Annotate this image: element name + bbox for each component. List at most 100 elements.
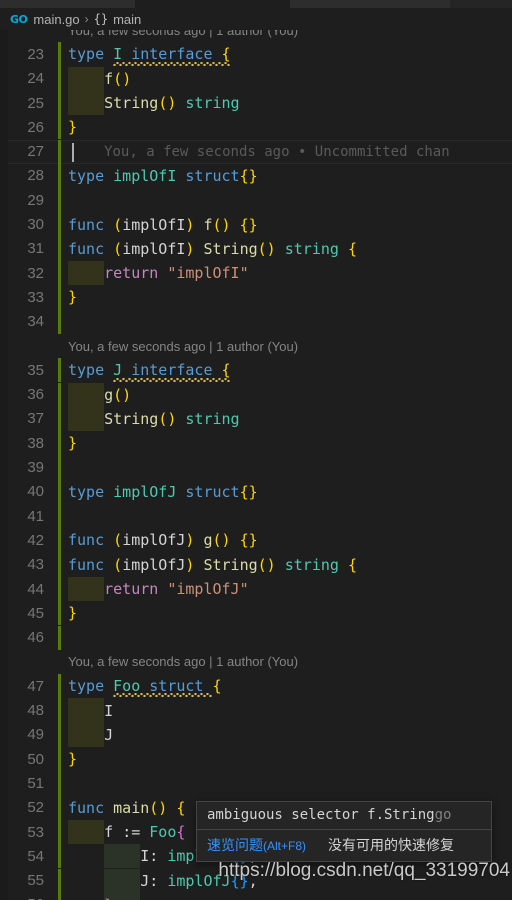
code-line-text[interactable]: type implOfI struct{} — [68, 164, 258, 188]
code-line-text[interactable]: return "implOfJ" — [68, 577, 249, 601]
code-line-row: 32 return "implOfI" — [0, 261, 512, 286]
code-line-text[interactable]: type I interface { — [68, 42, 231, 66]
code-token: ) — [185, 239, 195, 258]
breadcrumb-file[interactable]: main.go — [33, 12, 79, 27]
code-line-text[interactable]: func (implOfI) String() string { — [68, 237, 357, 261]
code-token: ( — [113, 69, 123, 88]
code-line-text[interactable]: } — [68, 893, 113, 900]
code-token: I — [68, 701, 114, 720]
line-number: 35 — [27, 361, 44, 379]
line-number: 53 — [27, 823, 44, 841]
code-line-text[interactable]: String() string — [68, 91, 239, 115]
code-line-row: 41 — [0, 504, 512, 529]
code-line-row: 45} — [0, 601, 512, 626]
code-token: struct — [176, 482, 240, 501]
code-line-text[interactable]: type J interface { — [68, 358, 231, 382]
code-line-text[interactable]: g() — [68, 383, 131, 407]
peek-problem-link[interactable]: 速览问题 — [207, 835, 263, 855]
code-token: () — [149, 798, 168, 817]
line-number: 31 — [27, 240, 44, 258]
line-number: 27 — [27, 143, 44, 161]
codelens-blame-link[interactable]: You, a few seconds ago | 1 author (You) — [68, 334, 298, 358]
git-change-indicator — [58, 236, 61, 261]
code-line-text[interactable]: return "implOfI" — [68, 261, 249, 285]
hover-source-text: go — [434, 807, 452, 823]
code-token: implOfI — [113, 166, 177, 185]
code-token: f — [68, 823, 123, 842]
code-line-row: 23 type I interface { — [0, 42, 512, 67]
code-line-text[interactable]: J — [68, 723, 113, 747]
code-line-text[interactable]: func main() { — [68, 796, 185, 820]
editor-tab-0[interactable] — [0, 0, 135, 8]
code-token: func — [68, 555, 114, 574]
code-token: ( — [113, 555, 123, 574]
breadcrumb-symbol[interactable]: main — [113, 12, 141, 27]
git-change-indicator — [58, 285, 61, 310]
code-token: { — [347, 239, 357, 258]
code-token: : — [149, 871, 168, 890]
code-line-text[interactable]: f() — [68, 67, 131, 91]
code-token: } — [68, 896, 113, 900]
code-line-row: 47 type Foo struct { — [0, 674, 512, 699]
codelens-blame-link[interactable]: You, a few seconds ago | 1 author (You) — [68, 650, 298, 674]
code-line-row: 39 — [0, 455, 512, 480]
code-line-text[interactable]: } — [68, 747, 77, 771]
code-token: func — [68, 798, 114, 817]
line-number: 30 — [27, 216, 44, 234]
line-number: 52 — [27, 799, 44, 817]
line-number: 41 — [27, 507, 44, 525]
code-token: return — [104, 264, 168, 283]
code-token: String — [68, 94, 159, 113]
line-number: 38 — [27, 434, 44, 452]
code-token: } — [68, 434, 78, 453]
code-token: ( — [113, 215, 123, 234]
line-number: 33 — [27, 288, 44, 306]
line-number: 40 — [27, 483, 44, 501]
git-change-indicator — [58, 358, 61, 383]
code-line-text[interactable]: String() string — [68, 407, 240, 431]
code-line-text[interactable]: } — [68, 431, 77, 455]
code-token: J — [113, 361, 123, 380]
git-change-indicator — [58, 698, 61, 723]
git-change-indicator — [58, 479, 61, 504]
code-line-row: 33} — [0, 285, 512, 310]
diagnostic-hover-popup[interactable]: ambiguous selector f.Stringgo 速览问题 (Alt+… — [196, 801, 492, 862]
code-line-text[interactable]: func (implOfJ) g() {} — [68, 528, 258, 552]
code-token: type — [68, 166, 114, 185]
code-line-text[interactable]: type implOfJ struct{} — [68, 480, 258, 504]
git-change-indicator — [58, 66, 61, 91]
code-line-text[interactable]: } — [68, 115, 77, 139]
git-change-indicator — [58, 576, 61, 602]
code-token: type — [68, 45, 114, 64]
inline-blame-annotation[interactable]: You, a few seconds ago • Uncommitted cha… — [104, 140, 450, 164]
code-line-text[interactable]: f := Foo{ — [68, 820, 185, 844]
code-line-text[interactable]: func (implOfJ) String() string { — [68, 553, 357, 577]
code-editor[interactable]: You, a few seconds ago | 1 author (You) 2… — [0, 30, 512, 900]
code-line-text[interactable]: } — [68, 601, 77, 625]
line-number: 44 — [27, 580, 44, 598]
git-change-indicator — [58, 625, 61, 650]
hover-message-text: ambiguous selector f.String — [207, 807, 435, 823]
code-token: { — [347, 555, 357, 574]
code-token: interface — [122, 361, 222, 380]
code-token: { — [212, 677, 222, 696]
code-token: string — [176, 409, 240, 428]
git-change-indicator — [58, 844, 61, 869]
code-token: { — [176, 823, 186, 842]
code-line-text[interactable]: } — [68, 285, 77, 309]
editor-tab-1[interactable] — [135, 0, 290, 8]
editor-tab-2[interactable] — [290, 0, 450, 8]
code-token: String — [194, 239, 258, 258]
code-line-text[interactable]: type Foo struct { — [68, 674, 222, 698]
code-line-text[interactable]: func (implOfI) f() {} — [68, 212, 258, 236]
code-line-text[interactable]: I — [68, 698, 113, 722]
line-number: 24 — [27, 70, 44, 88]
code-token: interface — [122, 45, 222, 64]
code-token: f — [68, 69, 114, 88]
line-number: 46 — [27, 629, 44, 647]
code-token: := — [122, 823, 150, 842]
codelens-blame-link[interactable]: You, a few seconds ago | 1 author (You) — [68, 30, 298, 42]
go-icon: GO — [10, 12, 28, 26]
code-line-row: 43 func (implOfJ) String() string { — [0, 552, 512, 577]
